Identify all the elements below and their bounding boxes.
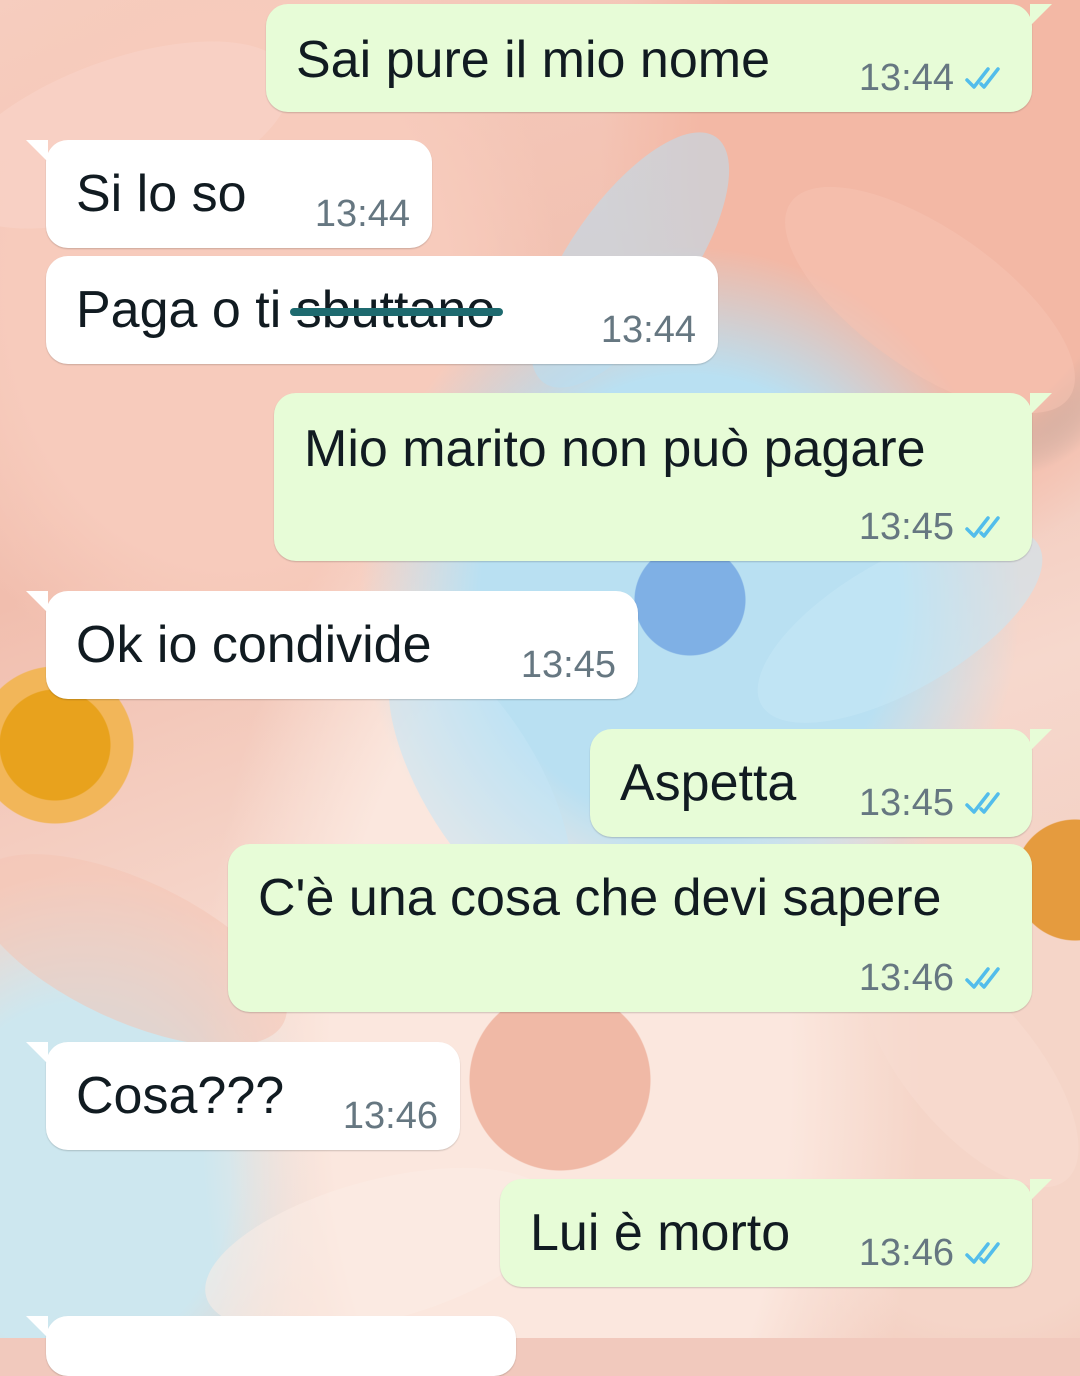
message-text-plain: Paga o ti <box>76 281 296 339</box>
message-text: C'è una cosa che devi sapere <box>258 869 942 927</box>
message-meta: 13:45 <box>521 645 616 685</box>
message-list[interactable]: Sai pure il mio nome 13:44 Si lo so 13:4… <box>0 0 1080 1376</box>
message-meta: 13:44 <box>315 194 410 234</box>
double-check-icon <box>965 792 1000 814</box>
message-time: 13:45 <box>858 506 954 548</box>
message-meta: 13:44 <box>859 58 1008 98</box>
message-bubble-incoming[interactable]: Paga o ti sbuttano 13:44 <box>46 256 718 364</box>
message-bubble-outgoing[interactable]: Aspetta 13:45 <box>590 729 1052 837</box>
double-check-icon <box>965 1242 1000 1264</box>
message-time: 13:45 <box>858 782 954 824</box>
message-bubble-outgoing[interactable]: C'è una cosa che devi sapere 13:46 <box>228 844 1032 1012</box>
double-check-icon <box>965 516 1000 538</box>
message-meta: 13:45 <box>859 507 1008 547</box>
message-bubble-incoming-partial[interactable] <box>26 1316 516 1376</box>
message-text: Sai pure il mio nome <box>296 31 770 89</box>
message-bubble-outgoing[interactable]: Sai pure il mio nome 13:44 <box>266 4 1052 112</box>
message-meta: 13:46 <box>859 958 1008 998</box>
message-text: Paga o ti sbuttano <box>76 280 503 340</box>
double-check-icon <box>965 67 1000 89</box>
message-text: Si lo so <box>76 165 247 223</box>
message-time: 13:45 <box>520 644 616 686</box>
message-text-strikethrough: sbuttano <box>289 281 503 339</box>
message-bubble-incoming[interactable]: Si lo so 13:44 <box>26 140 432 248</box>
message-text: Cosa??? <box>76 1067 285 1125</box>
message-time: 13:46 <box>342 1095 438 1137</box>
message-time: 13:44 <box>600 309 696 351</box>
double-check-icon <box>965 967 1000 989</box>
message-text: Lui è morto <box>530 1204 791 1262</box>
message-text: Mio marito non può pagare <box>304 420 926 478</box>
message-text: Ok io condivide <box>76 616 432 674</box>
message-bubble-incoming[interactable]: Cosa??? 13:46 <box>26 1042 460 1150</box>
message-bubble-outgoing[interactable]: Mio marito non può pagare 13:45 <box>274 393 1052 561</box>
message-time: 13:46 <box>858 1232 954 1274</box>
message-bubble-outgoing[interactable]: Lui è morto 13:46 <box>500 1179 1052 1287</box>
message-meta: 13:46 <box>343 1096 438 1136</box>
message-time: 13:44 <box>858 57 954 99</box>
message-meta: 13:45 <box>859 783 1008 823</box>
message-time: 13:44 <box>314 193 410 235</box>
message-time: 13:46 <box>858 957 954 999</box>
message-meta: 13:44 <box>601 310 696 350</box>
message-meta: 13:46 <box>859 1233 1008 1273</box>
message-bubble-incoming[interactable]: Ok io condivide 13:45 <box>26 591 638 699</box>
message-text: Aspetta <box>620 754 797 812</box>
